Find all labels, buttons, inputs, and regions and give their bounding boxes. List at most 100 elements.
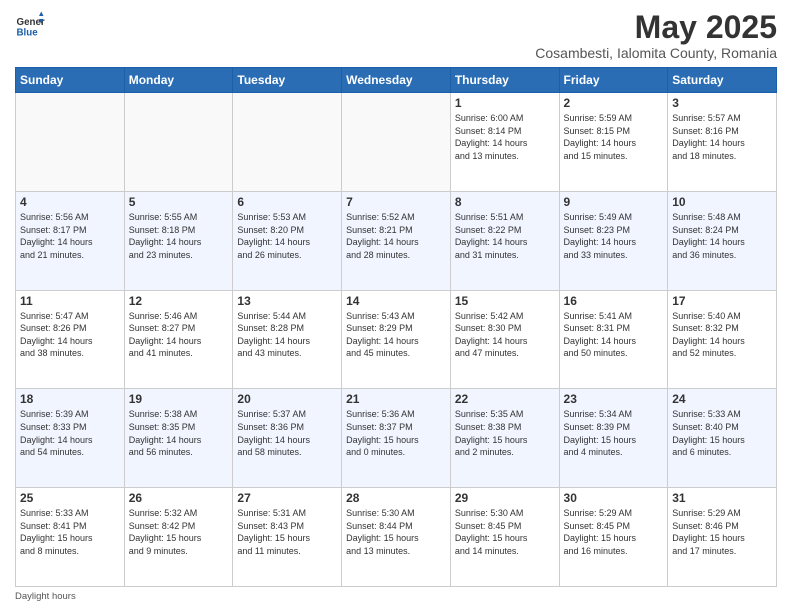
calendar-cell: 8 Sunrise: 5:51 AM Sunset: 8:22 PM Daylig… (450, 191, 559, 290)
calendar-cell: 20 Sunrise: 5:37 AM Sunset: 8:36 PM Dayli… (233, 389, 342, 488)
day-info: Sunrise: 5:48 AM Sunset: 8:24 PM Dayligh… (672, 211, 772, 261)
day-number: 29 (455, 491, 555, 505)
day-number: 17 (672, 294, 772, 308)
header: General Blue May 2025 Cosambesti, Ialomi… (15, 10, 777, 61)
day-info: Sunrise: 5:56 AM Sunset: 8:17 PM Dayligh… (20, 211, 120, 261)
day-info: Sunrise: 5:35 AM Sunset: 8:38 PM Dayligh… (455, 408, 555, 458)
page: General Blue May 2025 Cosambesti, Ialomi… (0, 0, 792, 612)
calendar-week-row: 18 Sunrise: 5:39 AM Sunset: 8:33 PM Dayli… (16, 389, 777, 488)
calendar-cell: 1Sunrise: 6:00 AM Sunset: 8:14 PM Daylig… (450, 93, 559, 192)
day-number: 26 (129, 491, 229, 505)
day-number: 5 (129, 195, 229, 209)
day-info: Sunrise: 5:59 AM Sunset: 8:15 PM Dayligh… (564, 112, 664, 162)
day-number: 16 (564, 294, 664, 308)
calendar-cell: 26Sunrise: 5:32 AM Sunset: 8:42 PM Dayli… (124, 488, 233, 587)
day-info: Sunrise: 5:33 AM Sunset: 8:41 PM Dayligh… (20, 507, 120, 557)
day-number: 9 (564, 195, 664, 209)
calendar-week-row: 4 Sunrise: 5:56 AM Sunset: 8:17 PM Daylig… (16, 191, 777, 290)
day-info: Sunrise: 5:57 AM Sunset: 8:16 PM Dayligh… (672, 112, 772, 162)
day-number: 20 (237, 392, 337, 406)
calendar-cell: 11Sunrise: 5:47 AM Sunset: 8:26 PM Dayli… (16, 290, 125, 389)
calendar-cell: 30 Sunrise: 5:29 AM Sunset: 8:45 PM Dayli… (559, 488, 668, 587)
day-number: 14 (346, 294, 446, 308)
weekday-header-saturday: Saturday (668, 68, 777, 93)
calendar-week-row: 1Sunrise: 6:00 AM Sunset: 8:14 PM Daylig… (16, 93, 777, 192)
day-info: Sunrise: 5:41 AM Sunset: 8:31 PM Dayligh… (564, 310, 664, 360)
day-number: 28 (346, 491, 446, 505)
calendar-cell: 5Sunrise: 5:55 AM Sunset: 8:18 PM Daylig… (124, 191, 233, 290)
day-info: Sunrise: 5:43 AM Sunset: 8:29 PM Dayligh… (346, 310, 446, 360)
day-number: 19 (129, 392, 229, 406)
location-title: Cosambesti, Ialomita County, Romania (535, 45, 777, 61)
calendar-cell: 3 Sunrise: 5:57 AM Sunset: 8:16 PM Daylig… (668, 93, 777, 192)
calendar-week-row: 25Sunrise: 5:33 AM Sunset: 8:41 PM Dayli… (16, 488, 777, 587)
day-info: Sunrise: 5:36 AM Sunset: 8:37 PM Dayligh… (346, 408, 446, 458)
calendar-cell: 15 Sunrise: 5:42 AM Sunset: 8:30 PM Dayli… (450, 290, 559, 389)
day-info: Sunrise: 5:33 AM Sunset: 8:40 PM Dayligh… (672, 408, 772, 458)
day-info: Sunrise: 5:34 AM Sunset: 8:39 PM Dayligh… (564, 408, 664, 458)
day-number: 4 (20, 195, 120, 209)
day-number: 15 (455, 294, 555, 308)
calendar-cell: 23 Sunrise: 5:34 AM Sunset: 8:39 PM Dayli… (559, 389, 668, 488)
calendar-cell: 14 Sunrise: 5:43 AM Sunset: 8:29 PM Dayli… (342, 290, 451, 389)
logo-icon: General Blue (15, 10, 45, 40)
day-info: Sunrise: 5:31 AM Sunset: 8:43 PM Dayligh… (237, 507, 337, 557)
weekday-header-sunday: Sunday (16, 68, 125, 93)
calendar-cell: 29 Sunrise: 5:30 AM Sunset: 8:45 PM Dayli… (450, 488, 559, 587)
calendar-cell: 2 Sunrise: 5:59 AM Sunset: 8:15 PM Daylig… (559, 93, 668, 192)
calendar-cell: 6Sunrise: 5:53 AM Sunset: 8:20 PM Daylig… (233, 191, 342, 290)
day-number: 18 (20, 392, 120, 406)
day-info: Sunrise: 5:46 AM Sunset: 8:27 PM Dayligh… (129, 310, 229, 360)
day-info: Sunrise: 5:52 AM Sunset: 8:21 PM Dayligh… (346, 211, 446, 261)
day-info: Sunrise: 5:51 AM Sunset: 8:22 PM Dayligh… (455, 211, 555, 261)
day-number: 8 (455, 195, 555, 209)
svg-text:Blue: Blue (17, 28, 39, 39)
day-info: Sunrise: 5:30 AM Sunset: 8:45 PM Dayligh… (455, 507, 555, 557)
calendar-cell: 12 Sunrise: 5:46 AM Sunset: 8:27 PM Dayli… (124, 290, 233, 389)
footer-note: Daylight hours (15, 591, 777, 602)
calendar-cell: 4 Sunrise: 5:56 AM Sunset: 8:17 PM Daylig… (16, 191, 125, 290)
calendar-cell: 7 Sunrise: 5:52 AM Sunset: 8:21 PM Daylig… (342, 191, 451, 290)
day-number: 30 (564, 491, 664, 505)
day-number: 10 (672, 195, 772, 209)
calendar-cell (16, 93, 125, 192)
calendar-cell (342, 93, 451, 192)
day-info: Sunrise: 5:40 AM Sunset: 8:32 PM Dayligh… (672, 310, 772, 360)
day-info: Sunrise: 5:49 AM Sunset: 8:23 PM Dayligh… (564, 211, 664, 261)
calendar-cell: 18 Sunrise: 5:39 AM Sunset: 8:33 PM Dayli… (16, 389, 125, 488)
day-info: Sunrise: 5:29 AM Sunset: 8:46 PM Dayligh… (672, 507, 772, 557)
day-number: 21 (346, 392, 446, 406)
day-number: 24 (672, 392, 772, 406)
calendar-cell: 13 Sunrise: 5:44 AM Sunset: 8:28 PM Dayli… (233, 290, 342, 389)
day-number: 31 (672, 491, 772, 505)
day-info: Sunrise: 6:00 AM Sunset: 8:14 PM Dayligh… (455, 112, 555, 162)
calendar-cell: 21 Sunrise: 5:36 AM Sunset: 8:37 PM Dayli… (342, 389, 451, 488)
day-number: 13 (237, 294, 337, 308)
day-info: Sunrise: 5:42 AM Sunset: 8:30 PM Dayligh… (455, 310, 555, 360)
day-info: Sunrise: 5:38 AM Sunset: 8:35 PM Dayligh… (129, 408, 229, 458)
calendar-cell: 10 Sunrise: 5:48 AM Sunset: 8:24 PM Dayli… (668, 191, 777, 290)
day-info: Sunrise: 5:44 AM Sunset: 8:28 PM Dayligh… (237, 310, 337, 360)
calendar-table: SundayMondayTuesdayWednesdayThursdayFrid… (15, 67, 777, 587)
day-info: Sunrise: 5:39 AM Sunset: 8:33 PM Dayligh… (20, 408, 120, 458)
day-number: 7 (346, 195, 446, 209)
day-number: 3 (672, 96, 772, 110)
weekday-header-wednesday: Wednesday (342, 68, 451, 93)
weekday-header-monday: Monday (124, 68, 233, 93)
day-info: Sunrise: 5:37 AM Sunset: 8:36 PM Dayligh… (237, 408, 337, 458)
calendar-cell (124, 93, 233, 192)
calendar-cell: 27 Sunrise: 5:31 AM Sunset: 8:43 PM Dayli… (233, 488, 342, 587)
day-info: Sunrise: 5:29 AM Sunset: 8:45 PM Dayligh… (564, 507, 664, 557)
day-number: 11 (20, 294, 120, 308)
weekday-header-friday: Friday (559, 68, 668, 93)
day-number: 12 (129, 294, 229, 308)
svg-text:General: General (17, 17, 46, 28)
calendar-cell: 28Sunrise: 5:30 AM Sunset: 8:44 PM Dayli… (342, 488, 451, 587)
day-number: 22 (455, 392, 555, 406)
day-number: 23 (564, 392, 664, 406)
calendar-cell: 24 Sunrise: 5:33 AM Sunset: 8:40 PM Dayli… (668, 389, 777, 488)
day-number: 2 (564, 96, 664, 110)
calendar-cell (233, 93, 342, 192)
weekday-header-thursday: Thursday (450, 68, 559, 93)
day-number: 27 (237, 491, 337, 505)
